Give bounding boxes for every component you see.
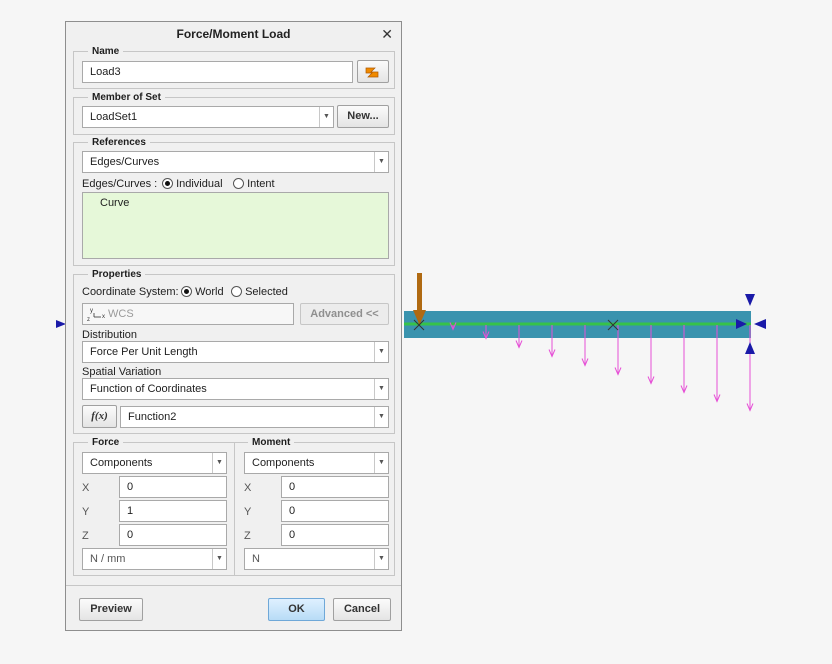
- moment-x-input[interactable]: 0: [281, 476, 389, 498]
- selected-label: Selected: [245, 286, 288, 298]
- preview-button[interactable]: Preview: [79, 598, 143, 621]
- world-radio[interactable]: World: [181, 285, 224, 299]
- new-load-set-button[interactable]: New...: [337, 105, 389, 128]
- chevron-down-icon: ▼: [374, 379, 388, 399]
- chevron-down-icon: ▼: [212, 549, 226, 569]
- load-set-value: LoadSet1: [90, 111, 138, 123]
- references-legend: References: [88, 136, 150, 149]
- csys-collector[interactable]: y z x WCS: [82, 303, 294, 325]
- force-moment-load-dialog: Force/Moment Load ✕ Name Load3 Member of…: [65, 21, 402, 631]
- force-legend: Force: [88, 436, 124, 449]
- spatial-variation-label: Spatial Variation: [82, 366, 162, 378]
- chevron-down-icon: ▼: [374, 407, 388, 427]
- radio-selected-icon: [162, 178, 173, 189]
- intent-label: Intent: [247, 178, 275, 190]
- name-group: Name Load3: [73, 45, 395, 89]
- properties-group: Properties Coordinate System: World Sele…: [73, 268, 395, 434]
- svg-text:z: z: [87, 317, 90, 323]
- ok-button[interactable]: OK: [268, 598, 325, 621]
- moment-y-input[interactable]: 0: [281, 500, 389, 522]
- member-of-set-legend: Member of Set: [88, 91, 165, 104]
- reference-item[interactable]: Curve: [100, 196, 129, 210]
- color-picker-button[interactable]: [357, 60, 389, 83]
- force-units-value: N / mm: [90, 553, 126, 565]
- function-editor-button[interactable]: f(x): [82, 405, 117, 428]
- footer-divider: [66, 585, 401, 586]
- force-x-input[interactable]: 0: [119, 476, 227, 498]
- world-label: World: [195, 286, 224, 298]
- force-moment-divider: [234, 443, 235, 575]
- close-icon[interactable]: ✕: [381, 22, 393, 46]
- svg-text:x: x: [102, 314, 105, 320]
- spatial-variation-select[interactable]: Function of Coordinates ▼: [82, 378, 389, 400]
- dialog-title: Force/Moment Load: [176, 27, 291, 41]
- load-set-select[interactable]: LoadSet1 ▼: [82, 106, 334, 128]
- properties-legend: Properties: [88, 268, 146, 281]
- force-y-input[interactable]: 1: [119, 500, 227, 522]
- distribution-label: Distribution: [82, 329, 138, 341]
- force-mode-select[interactable]: Components ▼: [82, 452, 227, 474]
- reference-mode-label: Edges/Curves :: [82, 178, 158, 190]
- chevron-down-icon: ▼: [374, 453, 388, 473]
- force-y-label: Y: [82, 506, 90, 518]
- radio-selected-icon: [181, 286, 192, 297]
- force-units-select[interactable]: N / mm ▼: [82, 548, 227, 570]
- moment-mode-select[interactable]: Components ▼: [244, 452, 389, 474]
- csys-value: WCS: [108, 308, 134, 320]
- distribution-select[interactable]: Force Per Unit Length ▼: [82, 341, 389, 363]
- force-z-input[interactable]: 0: [119, 524, 227, 546]
- advanced-button[interactable]: Advanced <<: [300, 303, 389, 325]
- moment-x-label: X: [244, 482, 252, 494]
- moment-z-label: Z: [244, 530, 251, 542]
- chevron-down-icon: ▼: [374, 152, 388, 172]
- force-mode-value: Components: [90, 457, 153, 469]
- chevron-down-icon: ▼: [319, 107, 333, 127]
- load-color-icon: [365, 67, 379, 78]
- reference-collector-list[interactable]: Curve: [82, 192, 389, 259]
- moment-legend: Moment: [248, 436, 295, 449]
- force-moment-group: Force Moment Components ▼ X 0 Y 1 Z 0 N …: [73, 436, 395, 576]
- function-icon: f(x): [91, 410, 108, 422]
- force-x-label: X: [82, 482, 90, 494]
- cancel-button[interactable]: Cancel: [333, 598, 391, 621]
- individual-radio[interactable]: Individual: [162, 177, 223, 191]
- force-z-label: Z: [82, 530, 89, 542]
- function-select[interactable]: Function2 ▼: [120, 406, 389, 428]
- references-group: References Edges/Curves ▼ Edges/Curves :…: [73, 136, 395, 266]
- csys-icon: y z x: [87, 308, 105, 323]
- reference-type-value: Edges/Curves: [90, 156, 160, 168]
- selected-radio[interactable]: Selected: [231, 285, 288, 299]
- chevron-down-icon: ▼: [374, 549, 388, 569]
- member-of-set-group: Member of Set LoadSet1 ▼ New...: [73, 91, 395, 135]
- name-input[interactable]: Load3: [82, 61, 353, 83]
- spatial-variation-value: Function of Coordinates: [90, 383, 207, 395]
- radio-unselected-icon: [231, 286, 242, 297]
- moment-mode-value: Components: [252, 457, 315, 469]
- svg-text:y: y: [90, 308, 93, 314]
- name-legend: Name: [88, 45, 124, 58]
- individual-label: Individual: [176, 178, 223, 190]
- moment-units-select[interactable]: N ▼: [244, 548, 389, 570]
- distribution-value: Force Per Unit Length: [90, 346, 198, 358]
- chevron-down-icon: ▼: [212, 453, 226, 473]
- radio-unselected-icon: [233, 178, 244, 189]
- intent-radio[interactable]: Intent: [233, 177, 275, 191]
- moment-z-input[interactable]: 0: [281, 524, 389, 546]
- reference-type-select[interactable]: Edges/Curves ▼: [82, 151, 389, 173]
- moment-units-value: N: [252, 553, 260, 565]
- chevron-down-icon: ▼: [374, 342, 388, 362]
- function-value: Function2: [128, 411, 177, 423]
- moment-y-label: Y: [244, 506, 252, 518]
- coordinate-system-label: Coordinate System:: [82, 286, 179, 298]
